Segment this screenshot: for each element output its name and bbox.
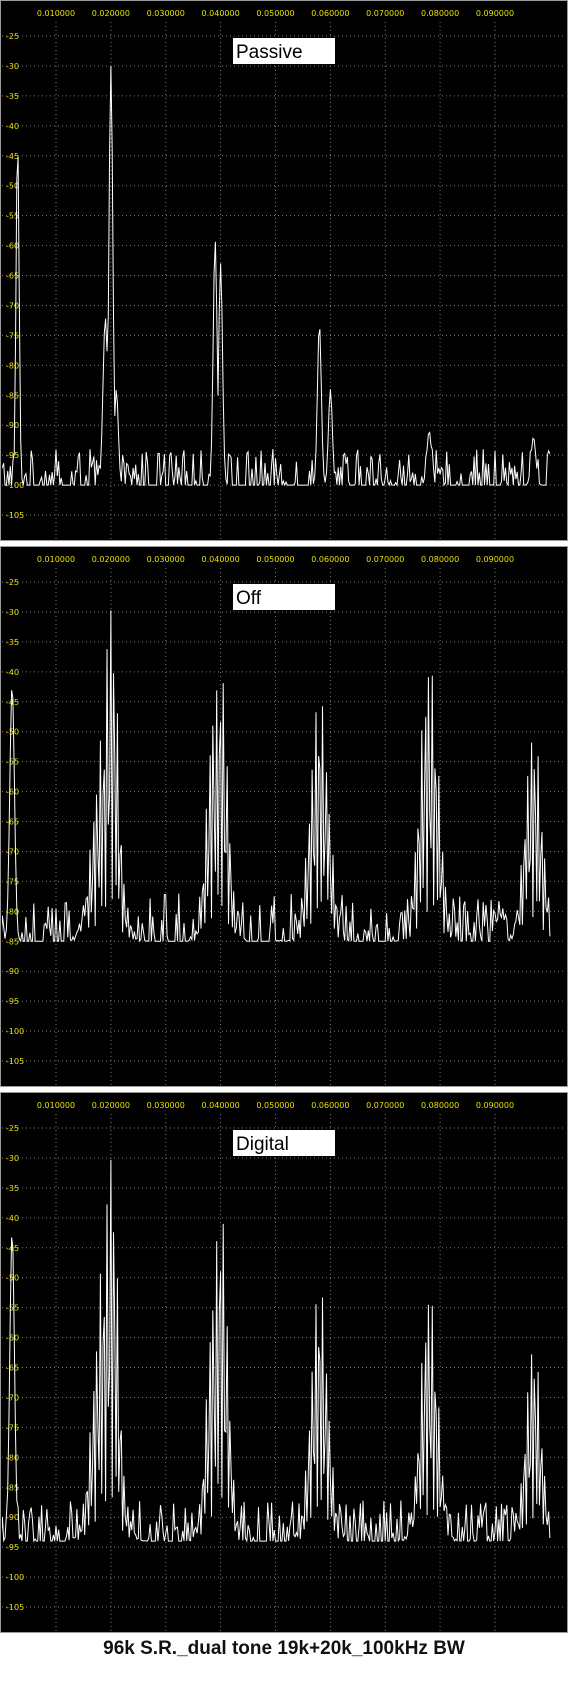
y-tick-label: -50	[6, 728, 19, 737]
x-tick-label: 0.010000	[37, 9, 75, 18]
y-tick-label: -65	[6, 1364, 19, 1373]
y-tick-label: -30	[6, 608, 19, 617]
panel-border	[0, 546, 568, 1087]
y-tick-label: -30	[6, 62, 19, 71]
x-tick-label: 0.080000	[421, 9, 459, 18]
x-tick-label: 0.050000	[256, 9, 294, 18]
spectrum-chart-passive: 0.010000 0.020000 0.030000 0.040000 0.050000…	[0, 0, 568, 541]
x-tick-label: 0.080000	[421, 1101, 459, 1110]
chart-title: Passive	[236, 42, 303, 63]
x-tick-label: 0.020000	[92, 555, 130, 564]
y-tick-label: -65	[6, 818, 19, 827]
y-tick-label: -50	[6, 1274, 19, 1283]
x-tick-label: 0.060000	[311, 1101, 349, 1110]
x-tick-label: 0.040000	[202, 9, 240, 18]
y-tick-label: -70	[6, 1393, 19, 1402]
spectrum-chart-off: 0.010000 0.020000 0.030000 0.040000 0.050000…	[0, 546, 568, 1087]
y-tick-label: -85	[6, 937, 19, 946]
y-tick-label: -95	[6, 1543, 19, 1552]
x-tick-label: 0.090000	[476, 1101, 514, 1110]
y-tick-label: -70	[6, 301, 19, 310]
y-tick-label: -80	[6, 361, 19, 370]
spectrum-panel-passive: 0.010000 0.020000 0.030000 0.040000 0.050000…	[0, 0, 568, 541]
x-tick-label: 0.010000	[37, 555, 75, 564]
y-tick-label: -105	[6, 1603, 24, 1612]
y-tick-label: -75	[6, 331, 19, 340]
x-tick-label: 0.080000	[421, 555, 459, 564]
x-tick-label: 0.020000	[92, 9, 130, 18]
y-tick-label: -60	[6, 788, 19, 797]
x-tick-label: 0.030000	[147, 9, 185, 18]
spectrum-panel-digital: 0.010000 0.020000 0.030000 0.040000 0.050000…	[0, 1092, 568, 1633]
x-tick-label: 0.090000	[476, 9, 514, 18]
x-tick-label: 0.060000	[311, 555, 349, 564]
y-tick-label: -40	[6, 122, 19, 131]
y-tick-label: -35	[6, 92, 19, 101]
y-tick-label: -40	[6, 1214, 19, 1223]
y-tick-label: -105	[6, 511, 24, 520]
y-tick-label: -70	[6, 847, 19, 856]
x-tick-label: 0.030000	[147, 1101, 185, 1110]
y-tick-label: -95	[6, 997, 19, 1006]
y-tick-label: -55	[6, 212, 19, 221]
y-tick-label: -100	[6, 1027, 24, 1036]
y-tick-label: -60	[6, 1334, 19, 1343]
x-tick-label: 0.020000	[92, 1101, 130, 1110]
x-tick-label: 0.050000	[256, 555, 294, 564]
y-tick-label: -65	[6, 272, 19, 281]
y-tick-label: -45	[6, 152, 19, 161]
y-tick-label: -55	[6, 758, 19, 767]
x-tick-label: 0.060000	[311, 9, 349, 18]
panel-border	[0, 1092, 568, 1633]
y-tick-label: -95	[6, 451, 19, 460]
y-tick-label: -75	[6, 1423, 19, 1432]
y-tick-label: -90	[6, 421, 19, 430]
y-tick-label: -55	[6, 1304, 19, 1313]
spectrum-panel-off: 0.010000 0.020000 0.030000 0.040000 0.050000…	[0, 546, 568, 1087]
y-tick-label: -30	[6, 1154, 19, 1163]
x-tick-label: 0.010000	[37, 1101, 75, 1110]
x-tick-label: 0.040000	[202, 555, 240, 564]
y-tick-label: -105	[6, 1057, 24, 1066]
y-tick-label: -60	[6, 242, 19, 251]
figure-caption: 96k S.R._dual tone 19k+20k_100kHz BW	[103, 1638, 465, 1659]
y-tick-label: -100	[6, 1573, 24, 1582]
chart-title: Off	[236, 588, 262, 609]
y-tick-label: -25	[6, 1124, 19, 1133]
y-tick-label: -85	[6, 391, 19, 400]
y-tick-label: -90	[6, 1513, 19, 1522]
x-tick-label: 0.040000	[202, 1101, 240, 1110]
spectrum-chart-digital: 0.010000 0.020000 0.030000 0.040000 0.050000…	[0, 1092, 568, 1633]
y-tick-label: -35	[6, 638, 19, 647]
y-tick-label: -25	[6, 578, 19, 587]
x-tick-label: 0.070000	[366, 9, 404, 18]
x-tick-label: 0.030000	[147, 555, 185, 564]
x-tick-label: 0.090000	[476, 555, 514, 564]
y-tick-label: -35	[6, 1184, 19, 1193]
chart-title: Digital	[236, 1134, 289, 1155]
x-tick-label: 0.070000	[366, 555, 404, 564]
x-tick-label: 0.050000	[256, 1101, 294, 1110]
y-tick-label: -25	[6, 32, 19, 41]
y-tick-label: -90	[6, 967, 19, 976]
y-tick-label: -40	[6, 668, 19, 677]
x-tick-label: 0.070000	[366, 1101, 404, 1110]
